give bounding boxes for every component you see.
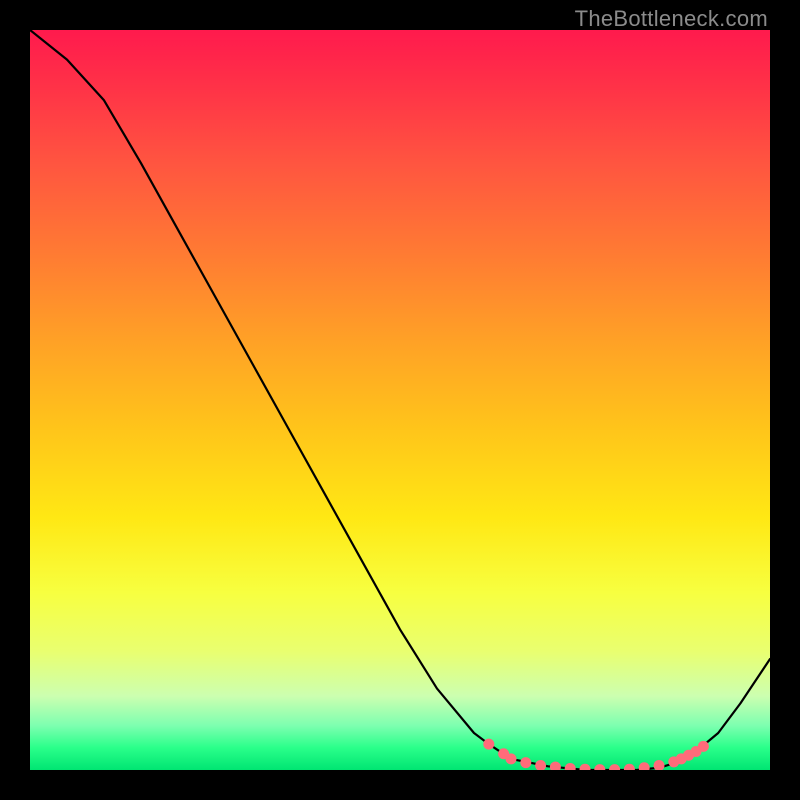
chart-frame: TheBottleneck.com [0, 0, 800, 800]
watermark-text: TheBottleneck.com [575, 6, 768, 32]
plot-area [30, 30, 770, 770]
